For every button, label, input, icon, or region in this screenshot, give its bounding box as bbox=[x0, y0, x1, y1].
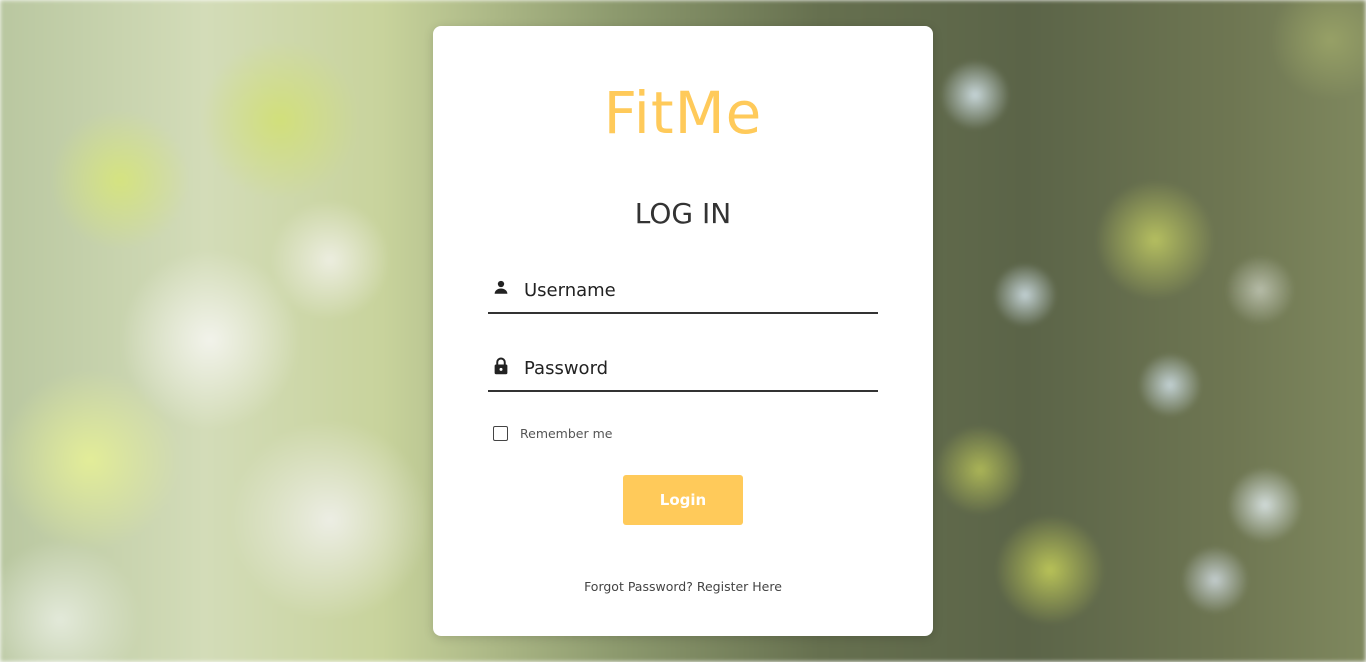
password-input[interactable] bbox=[524, 352, 864, 384]
username-input[interactable] bbox=[524, 274, 864, 306]
forgot-password-link[interactable]: Forgot Password? bbox=[584, 579, 693, 594]
login-heading: LOG IN bbox=[634, 197, 732, 230]
person-icon bbox=[492, 278, 510, 296]
username-field-group bbox=[488, 274, 878, 314]
login-card: FitMe LOG IN Remember me Login Forgot Pa… bbox=[433, 26, 933, 636]
brand-logo: FitMe bbox=[603, 79, 763, 147]
footer-links: Forgot Password? Register Here bbox=[433, 579, 933, 594]
remember-me[interactable]: Remember me bbox=[493, 424, 612, 442]
remember-me-label[interactable]: Remember me bbox=[520, 426, 612, 441]
lock-icon bbox=[492, 356, 510, 375]
password-field-group bbox=[488, 352, 878, 392]
remember-me-checkbox[interactable] bbox=[493, 425, 508, 441]
register-link[interactable]: Register Here bbox=[697, 579, 782, 594]
login-button[interactable]: Login bbox=[623, 475, 743, 525]
